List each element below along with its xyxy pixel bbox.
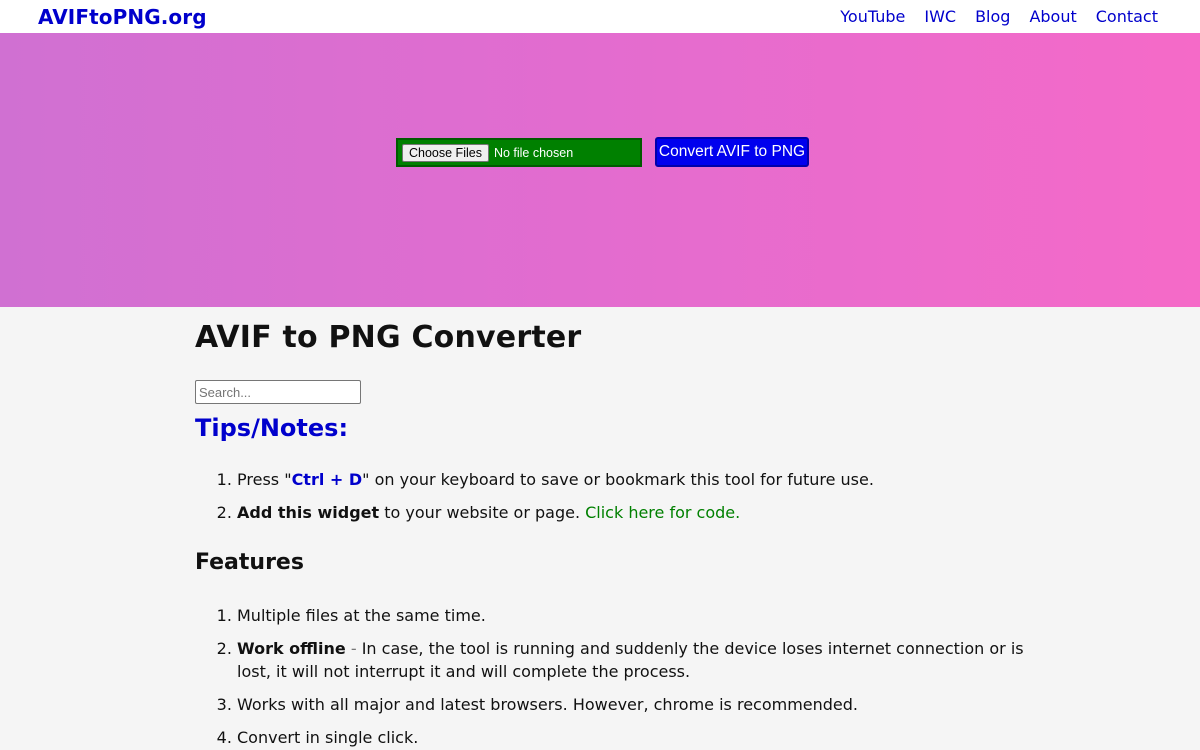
nav-link-youtube[interactable]: YouTube <box>840 7 905 26</box>
list-item: Work offline - In case, the tool is runn… <box>237 637 1025 683</box>
top-navbar: AVIFtoPNG.org YouTube IWC Blog About Con… <box>0 0 1200 33</box>
keyboard-shortcut: Ctrl + D <box>291 470 363 489</box>
nav-link-iwc[interactable]: IWC <box>924 7 956 26</box>
brand-logo-link[interactable]: AVIFtoPNG.org <box>38 5 207 29</box>
tips-heading: Tips/Notes: <box>195 414 349 442</box>
page-title: AVIF to PNG Converter <box>195 320 582 355</box>
tip-text: to your website or page. <box>379 503 586 522</box>
nav-links: YouTube IWC Blog About Contact <box>840 7 1158 26</box>
list-item: Press "Ctrl + D" on your keyboard to sav… <box>237 468 1025 491</box>
main-content: AVIF to PNG Converter Tips/Notes: Press … <box>0 320 1025 749</box>
search-input[interactable] <box>195 380 361 404</box>
list-item: Multiple files at the same time. <box>237 604 1025 627</box>
list-item: Convert in single click. <box>237 726 1025 749</box>
tips-list: Press "Ctrl + D" on your keyboard to sav… <box>195 468 1025 524</box>
tip-text-post: " on your keyboard to save or bookmark t… <box>362 470 874 489</box>
feature-text: Convert in single click. <box>237 728 419 747</box>
feature-text: Multiple files at the same time. <box>237 606 486 625</box>
widget-code-link[interactable]: Click here for code <box>585 503 735 522</box>
feature-bold-text: Work offline <box>237 639 346 658</box>
nav-link-contact[interactable]: Contact <box>1096 7 1158 26</box>
list-item: Add this widget to your website or page.… <box>237 501 1025 524</box>
tip-bold-text: Add this widget <box>237 503 380 522</box>
feature-text: Works with all major and latest browsers… <box>237 695 859 714</box>
list-item: Works with all major and latest browsers… <box>237 693 1025 716</box>
choose-files-button[interactable]: Choose Files <box>402 143 489 162</box>
tip-text-pre: Press " <box>237 470 292 489</box>
file-status-text: No file chosen <box>493 145 574 160</box>
tip-text-tail: . <box>735 503 741 522</box>
convert-button[interactable]: Convert AVIF to PNG <box>655 137 809 167</box>
features-list: Multiple files at the same time. Work of… <box>195 604 1025 749</box>
file-input[interactable]: Choose Files No file chosen <box>396 138 642 167</box>
nav-link-about[interactable]: About <box>1029 7 1076 26</box>
features-heading: Features <box>195 550 304 575</box>
nav-link-blog[interactable]: Blog <box>975 7 1010 26</box>
feature-dash: - <box>345 639 362 658</box>
hero-banner: Choose Files No file chosen Convert AVIF… <box>0 33 1200 307</box>
